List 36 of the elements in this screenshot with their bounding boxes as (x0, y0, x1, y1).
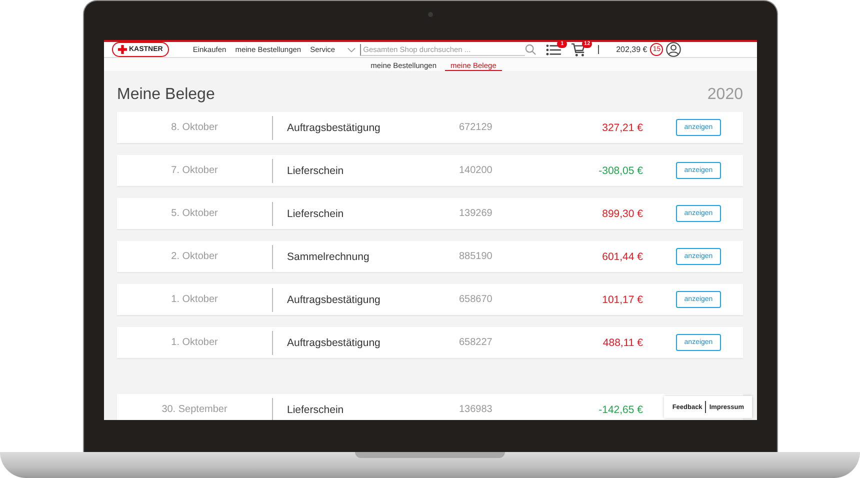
document-date: 8. Oktober (170, 122, 219, 133)
document-amount: 601,44 € (601, 250, 643, 262)
chevron-down-icon[interactable] (347, 46, 356, 52)
user-icon[interactable] (666, 42, 682, 57)
document-number: 140200 (459, 165, 494, 176)
document-number: 658670 (459, 294, 494, 305)
document-number: 672129 (459, 122, 494, 133)
document-type: Lieferschein (286, 404, 345, 416)
account-balance: 202,39 € (616, 45, 648, 54)
page-title: Meine Belege (117, 86, 215, 104)
document-type: Sammelrechnung (286, 250, 370, 262)
cross-icon (118, 45, 127, 54)
document-amount: -142,65 € (598, 404, 643, 416)
document-amount: 327,21 € (601, 122, 643, 134)
document-number: 885190 (459, 251, 494, 262)
document-date: 1. Oktober (170, 294, 219, 305)
document-type: Auftragsbestätigung (286, 294, 382, 306)
document-amount: 899,30 € (601, 208, 643, 220)
camera-icon (428, 12, 433, 17)
document-type: Auftragsbestätigung (286, 336, 382, 348)
document-amount: -308,05 € (598, 164, 643, 176)
document-type: Lieferschein (286, 208, 345, 220)
document-type: Auftragsbestätigung (286, 122, 382, 134)
document-number: 136983 (459, 404, 494, 415)
document-type: Lieferschein (286, 164, 345, 176)
search-icon[interactable] (525, 44, 536, 55)
document-amount: 101,17 € (601, 294, 643, 306)
document-date: 30. September (160, 404, 228, 415)
document-date: 7. Oktober (170, 165, 219, 176)
year-label: 2020 (707, 86, 743, 104)
document-date: 5. Oktober (170, 208, 219, 219)
document-number: 139269 (459, 208, 494, 219)
document-date: 1. Oktober (170, 337, 219, 348)
document-amount: 488,11 € (602, 336, 643, 348)
document-date: 2. Oktober (170, 251, 219, 262)
document-number: 658227 (459, 337, 494, 348)
